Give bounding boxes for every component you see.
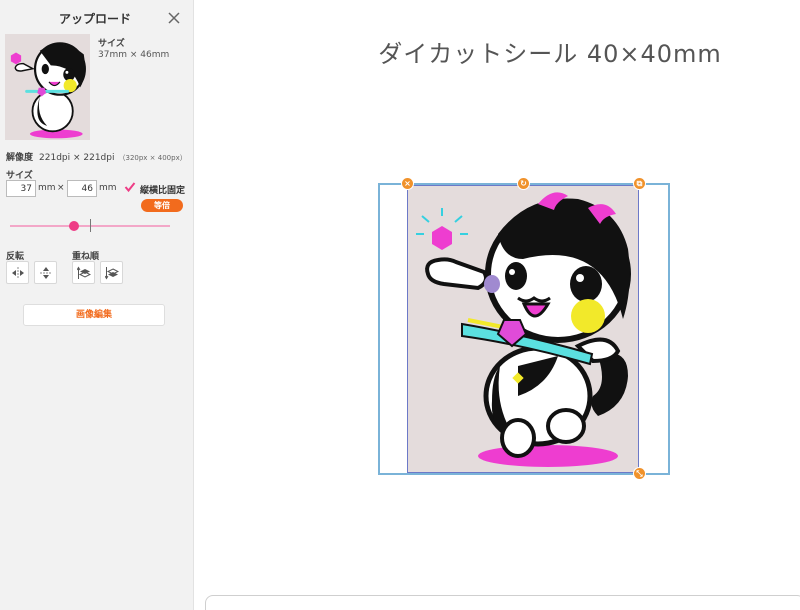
character-image [416,192,631,467]
thumbnail-size-value: 37mm × 46mm [98,50,170,60]
close-icon[interactable] [166,10,182,26]
image-thumbnail [5,34,90,140]
left-eye [505,262,527,290]
panel-title: アップロード [58,12,131,26]
image-edit-button[interactable]: 画像編集 [23,304,165,326]
character-thumbnail-image [10,42,86,139]
raised-arm [425,257,488,291]
resolution-value: 221dpi × 221dpi [39,153,115,163]
rotate-icon[interactable]: ↻ [517,177,530,190]
equal-size-button[interactable]: 等倍 [141,199,183,212]
duplicate-icon[interactable]: ⧉ [633,177,646,190]
cheek [571,299,605,333]
uploaded-image[interactable] [407,185,639,473]
send-backward-icon [105,267,119,280]
upload-panel: アップロード サイズ 37mm × 46mm 解像度 221dpi × 221dp… [0,0,194,610]
bottom-toolbar [205,595,800,610]
scale-slider-tick [90,219,91,232]
hexagon-gem [432,226,452,250]
scale-slider-knob[interactable] [69,221,79,231]
resolution-pixels: （320px × 400px） [118,154,187,162]
flip-horizontal-icon [12,267,24,279]
height-unit: mm [99,183,117,193]
delete-icon[interactable]: × [401,177,414,190]
send-backward-button[interactable] [100,261,123,284]
right-eye [570,266,602,302]
product-title: ダイカットシール 40×40mm [378,40,722,68]
lock-ratio-label[interactable]: 縦横比固定 [140,183,185,196]
width-unit: mm [38,183,56,193]
resize-icon[interactable]: ⤡ [633,467,646,480]
thumbnail-size-label: サイズ [98,39,125,49]
resolution-label: 解像度 [6,153,34,163]
flip-horizontal-button[interactable] [6,261,29,284]
flip-vertical-icon [40,267,52,279]
checkmark-icon[interactable] [124,181,136,193]
width-input[interactable] [6,180,36,197]
bring-forward-button[interactable] [72,261,95,284]
times-sign: × [57,183,65,193]
flip-vertical-button[interactable] [34,261,57,284]
shadow-shape [478,445,618,467]
height-input[interactable] [67,180,97,197]
bring-forward-icon [77,266,91,279]
resolution-row: 解像度 221dpi × 221dpi （320px × 400px） [6,150,187,163]
